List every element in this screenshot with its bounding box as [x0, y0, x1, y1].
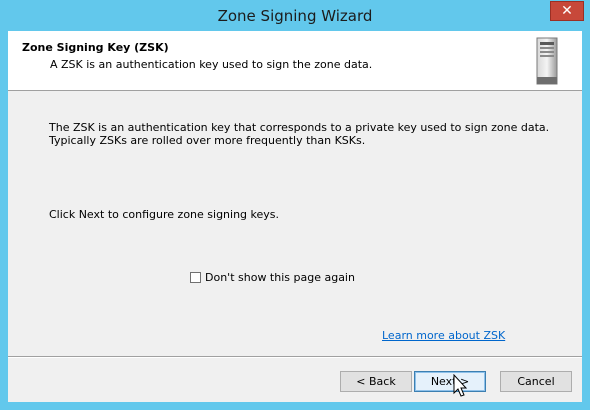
wizard-window: Zone Signing Wizard ✕ Zone Signing Key (…	[0, 0, 590, 410]
close-icon: ✕	[561, 3, 573, 19]
window-title: Zone Signing Wizard	[217, 7, 373, 25]
close-button[interactable]: ✕	[550, 1, 584, 21]
dont-show-again-option[interactable]: Don't show this page again	[190, 271, 355, 284]
title-bar[interactable]: Zone Signing Wizard ✕	[0, 0, 590, 31]
learn-more-link[interactable]: Learn more about ZSK	[382, 329, 505, 342]
next-button[interactable]: Next >	[414, 371, 486, 392]
description-line-1: The ZSK is an authentication key that co…	[49, 121, 550, 134]
server-icon	[536, 37, 558, 85]
page-title: Zone Signing Key (ZSK)	[22, 41, 169, 54]
cancel-button[interactable]: Cancel	[500, 371, 572, 392]
footer-divider	[8, 356, 582, 358]
back-button[interactable]: < Back	[340, 371, 412, 392]
description-line-2: Typically ZSKs are rolled over more freq…	[49, 134, 366, 147]
dont-show-again-checkbox[interactable]	[190, 272, 201, 283]
mouse-pointer-icon	[453, 374, 468, 397]
wizard-header: Zone Signing Key (ZSK) A ZSK is an authe…	[8, 31, 582, 91]
wizard-content: Zone Signing Key (ZSK) A ZSK is an authe…	[8, 31, 582, 402]
dont-show-again-label: Don't show this page again	[205, 271, 355, 284]
instruction-text: Click Next to configure zone signing key…	[49, 208, 280, 221]
page-subtitle: A ZSK is an authentication key used to s…	[50, 58, 373, 71]
